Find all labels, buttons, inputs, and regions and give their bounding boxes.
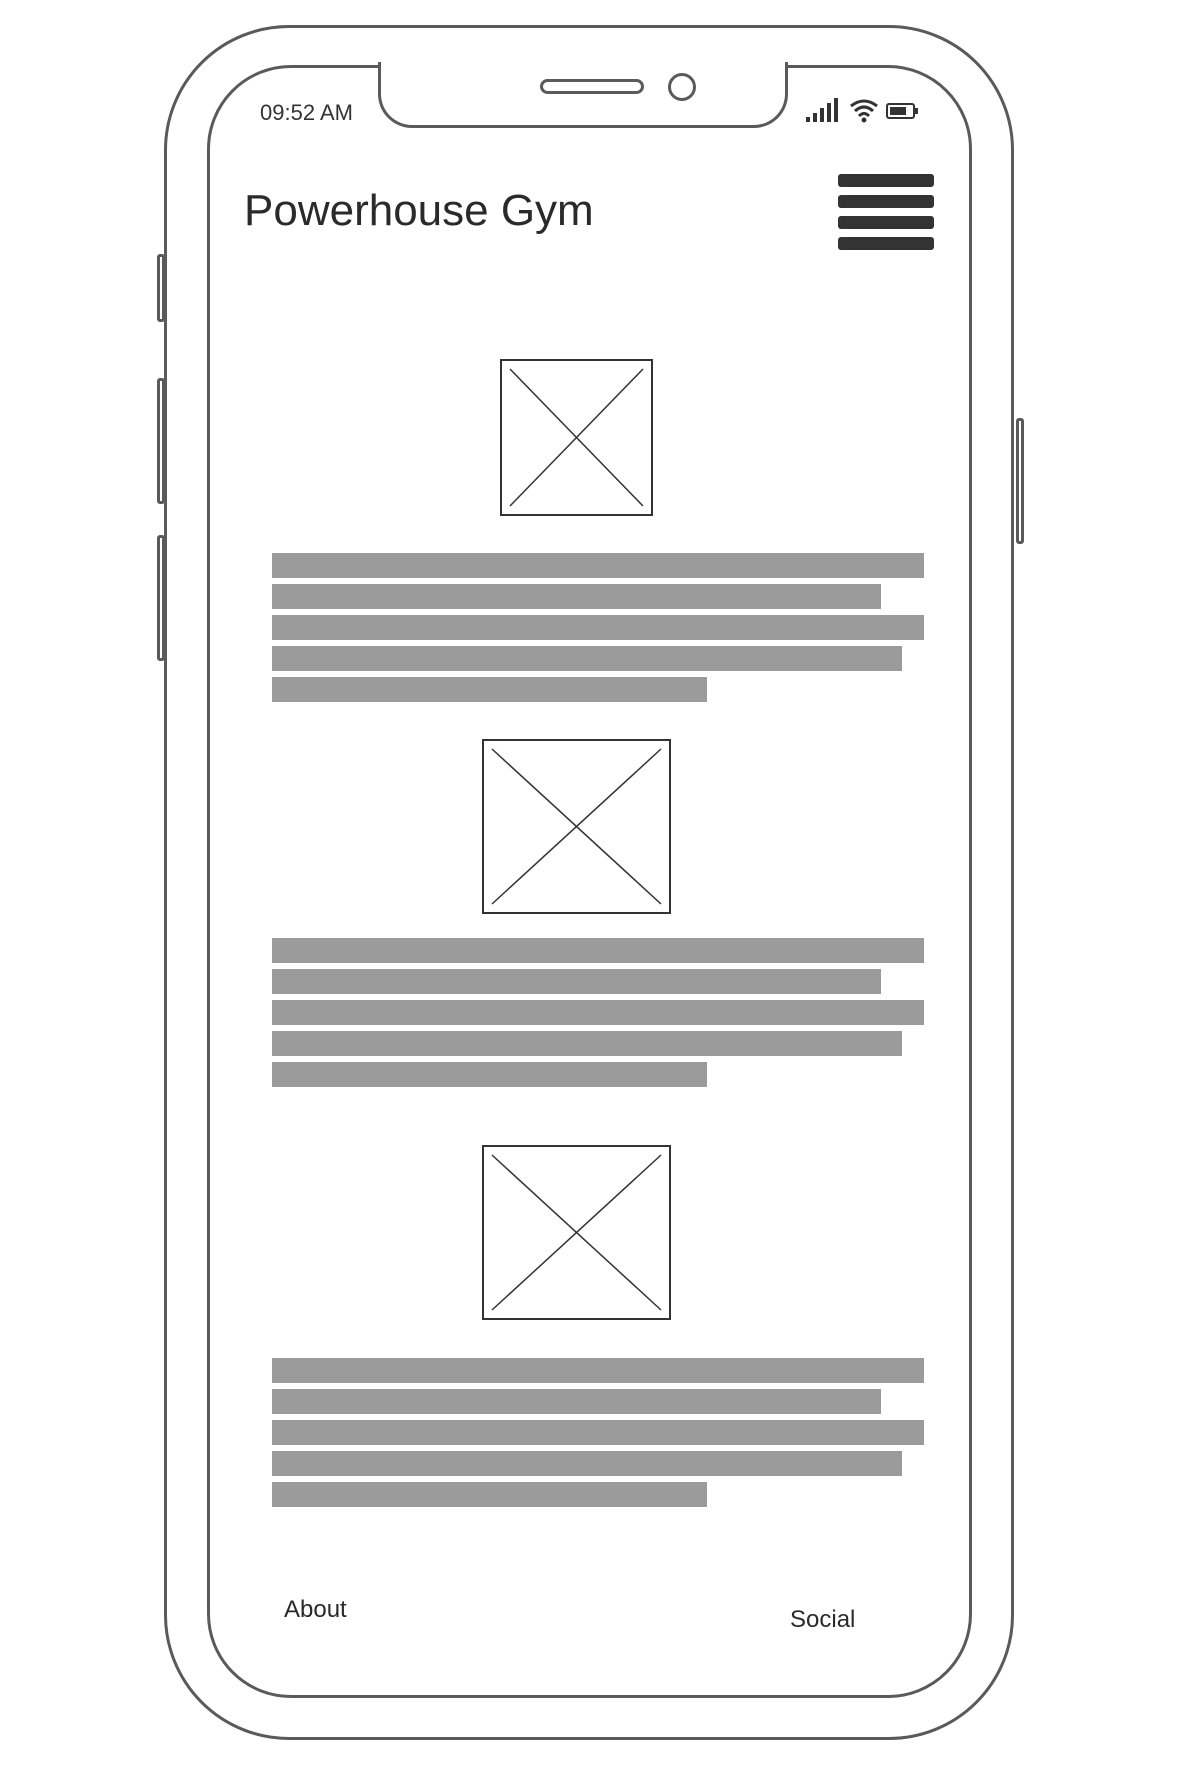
- text-line: [272, 646, 902, 671]
- speaker-grille: [540, 79, 644, 94]
- footer-about-link[interactable]: About: [284, 1596, 347, 1624]
- text-line: [272, 677, 707, 702]
- text-line: [272, 584, 881, 609]
- wifi-icon: [850, 99, 878, 123]
- text-line: [272, 1420, 924, 1445]
- footer-social-link[interactable]: Social: [790, 1606, 855, 1634]
- text-line: [272, 1062, 707, 1087]
- image-placeholder-icon: [482, 739, 671, 914]
- wireframe-canvas: 09:52 AM Powerhouse Gym About Social: [0, 0, 1179, 1782]
- text-line: [272, 1482, 707, 1507]
- front-camera: [668, 73, 696, 101]
- phone-notch: [378, 62, 788, 128]
- text-line: [272, 969, 881, 994]
- power-button: [1016, 418, 1024, 544]
- text-line: [272, 1389, 881, 1414]
- text-line: [272, 615, 924, 640]
- status-time: 09:52 AM: [260, 100, 353, 125]
- hamburger-menu-icon[interactable]: [838, 174, 934, 250]
- image-placeholder-icon: [482, 1145, 671, 1320]
- text-line: [272, 1358, 924, 1383]
- image-placeholder-icon: [500, 359, 653, 516]
- signal-icon: [806, 98, 838, 122]
- status-icons: [805, 97, 920, 125]
- text-line: [272, 938, 924, 963]
- paragraph-placeholder: [272, 553, 924, 708]
- paragraph-placeholder: [272, 1358, 924, 1513]
- paragraph-placeholder: [272, 938, 924, 1093]
- text-line: [272, 1451, 902, 1476]
- text-line: [272, 553, 924, 578]
- battery-icon: [886, 103, 918, 119]
- text-line: [272, 1000, 924, 1025]
- text-line: [272, 1031, 902, 1056]
- app-title: Powerhouse Gym: [244, 186, 594, 235]
